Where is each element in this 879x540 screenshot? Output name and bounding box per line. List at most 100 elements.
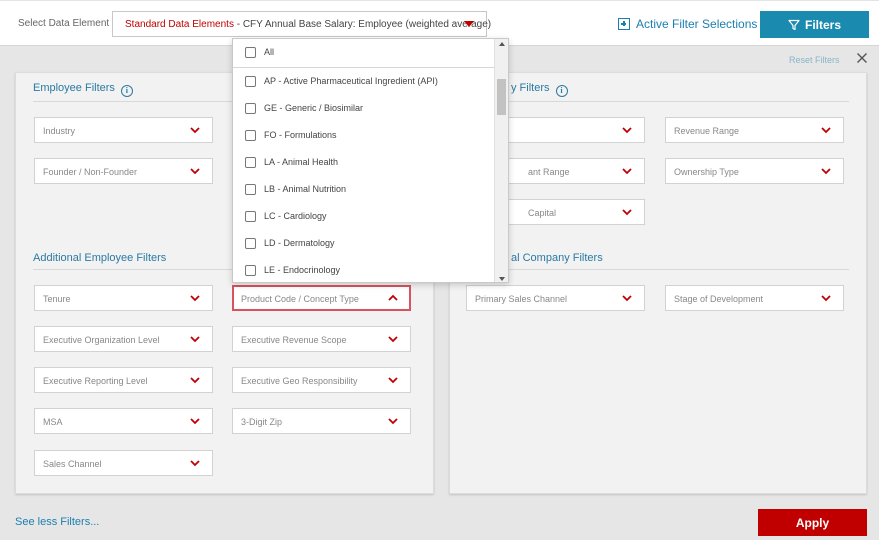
checkbox[interactable] — [245, 102, 256, 114]
chevron-down-icon — [622, 295, 632, 302]
filters-button[interactable]: Filters — [760, 11, 869, 38]
ownership-type-select[interactable]: Ownership Type — [665, 158, 844, 184]
chevron-down-icon — [190, 418, 200, 425]
chevron-down-icon — [190, 377, 200, 384]
chevron-down-icon — [821, 127, 831, 134]
primary-sales-channel-label: Primary Sales Channel — [475, 294, 568, 304]
checkbox[interactable] — [245, 183, 256, 195]
close-icon[interactable] — [856, 52, 868, 64]
checkbox[interactable] — [245, 264, 256, 276]
dropdown-option[interactable]: LB - Animal Nutrition — [233, 179, 495, 199]
info-icon[interactable]: i — [120, 85, 133, 97]
chevron-down-icon — [190, 460, 200, 467]
chevron-down-icon — [821, 295, 831, 302]
option-label: All — [264, 47, 275, 57]
chevron-down-icon — [622, 127, 632, 134]
funnel-icon — [788, 19, 800, 30]
ownership-type-label: Ownership Type — [674, 167, 739, 177]
sales-channel-select-label: Sales Channel — [43, 459, 102, 469]
industry-select-label: Industry — [43, 126, 76, 136]
product-code-dropdown-list: All AP - Active Pharmaceutical Ingredien… — [232, 38, 509, 283]
reset-filters-link[interactable]: Reset Filters — [789, 55, 840, 65]
three-digit-zip-label: 3-Digit Zip — [241, 417, 283, 427]
filters-button-label: Filters — [804, 17, 841, 32]
stage-of-development-select[interactable]: Stage of Development — [665, 285, 844, 311]
option-label: LC - Cardiology — [264, 211, 327, 221]
revenue-range-label: Revenue Range — [674, 126, 740, 136]
option-label: AP - Active Pharmaceutical Ingredient (A… — [264, 76, 438, 86]
chevron-down-icon — [622, 209, 632, 216]
company-field-label-3: Capital — [528, 208, 557, 218]
chevron-down-icon — [388, 336, 398, 343]
executive-reporting-level-label: Executive Reporting Level — [43, 376, 148, 386]
dropdown-option[interactable]: LD - Dermatology — [233, 233, 495, 253]
chevron-down-icon — [190, 127, 200, 134]
see-less-filters-link[interactable]: See less Filters... — [15, 516, 99, 528]
dropdown-option[interactable]: LA - Animal Health — [233, 152, 495, 172]
checkbox[interactable] — [245, 237, 256, 249]
founder-select[interactable]: Founder / Non-Founder — [34, 158, 213, 184]
active-filter-selections-label: Active Filter Selections — [636, 17, 758, 31]
company-filters-title: y Filters i — [511, 82, 568, 97]
option-label: LE - Endocrinology — [264, 265, 341, 275]
primary-sales-channel-select[interactable]: Primary Sales Channel — [466, 285, 645, 311]
option-label: LA - Animal Health — [264, 157, 339, 167]
checkbox[interactable] — [245, 129, 256, 141]
dropdown-option[interactable]: AP - Active Pharmaceutical Ingredient (A… — [233, 71, 495, 91]
product-code-concept-type-select[interactable]: Product Code / Concept Type — [232, 285, 411, 311]
executive-reporting-level-select[interactable]: Executive Reporting Level — [34, 367, 213, 393]
data-element-selected-value: Standard Data Elements - CFY Annual Base… — [125, 19, 492, 30]
dropdown-divider — [233, 67, 495, 68]
chevron-down-icon — [388, 377, 398, 384]
scroll-down-icon[interactable] — [499, 277, 505, 281]
executive-revenue-scope-label: Executive Revenue Scope — [241, 335, 347, 345]
dropdown-option[interactable]: GE - Generic / Biosimilar — [233, 98, 495, 118]
product-code-concept-type-label: Product Code / Concept Type — [241, 294, 359, 304]
section-divider — [467, 269, 849, 270]
executive-organization-level-label: Executive Organization Level — [43, 335, 160, 345]
dropdown-option[interactable]: LE - Endocrinology — [233, 260, 495, 280]
active-filter-selections-link[interactable]: Active Filter Selections — [618, 17, 757, 31]
executive-revenue-scope-select[interactable]: Executive Revenue Scope — [232, 326, 411, 352]
info-icon[interactable]: i — [555, 85, 568, 97]
dropdown-scrollbar[interactable] — [494, 39, 508, 282]
msa-select[interactable]: MSA — [34, 408, 213, 434]
executive-geo-responsibility-label: Executive Geo Responsibility — [241, 376, 358, 386]
checkbox[interactable] — [245, 75, 256, 87]
founder-select-label: Founder / Non-Founder — [43, 167, 138, 177]
industry-select[interactable]: Industry — [34, 117, 213, 143]
company-filters-panel: y Filters i ant Range Capital Revenue Ran… — [449, 72, 867, 494]
revenue-range-select[interactable]: Revenue Range — [665, 117, 844, 143]
scrollbar-thumb[interactable] — [497, 79, 506, 115]
scroll-up-icon[interactable] — [499, 42, 505, 46]
tenure-select[interactable]: Tenure — [34, 285, 213, 311]
additional-employee-filters-title: Additional Employee Filters — [33, 252, 167, 264]
select-data-element-label: Select Data Element — [18, 18, 110, 29]
employee-filters-title: Employee Filters i — [33, 82, 133, 97]
checkbox[interactable] — [245, 156, 256, 168]
chevron-down-icon — [190, 168, 200, 175]
dropdown-option-all[interactable]: All — [233, 42, 495, 62]
option-label: LD - Dermatology — [264, 238, 335, 248]
data-element-select[interactable]: Standard Data Elements - CFY Annual Base… — [112, 11, 491, 37]
apply-button-label: Apply — [795, 515, 830, 530]
checkbox[interactable] — [245, 46, 256, 58]
executive-organization-level-select[interactable]: Executive Organization Level — [34, 326, 213, 352]
section-divider — [467, 101, 849, 102]
sales-channel-select[interactable]: Sales Channel — [34, 450, 213, 476]
dropdown-option[interactable]: FO - Formulations — [233, 125, 495, 145]
msa-select-label: MSA — [43, 417, 63, 427]
option-label: GE - Generic / Biosimilar — [264, 103, 364, 113]
three-digit-zip-select[interactable]: 3-Digit Zip — [232, 408, 411, 434]
chevron-down-icon — [190, 336, 200, 343]
tenure-select-label: Tenure — [43, 294, 71, 304]
plus-square-icon — [618, 18, 630, 30]
company-field-label-2: ant Range — [528, 167, 570, 177]
stage-of-development-label: Stage of Development — [674, 294, 764, 304]
apply-button[interactable]: Apply — [758, 509, 867, 536]
chevron-down-icon — [388, 418, 398, 425]
checkbox[interactable] — [245, 210, 256, 222]
additional-company-filters-title: al Company Filters — [511, 252, 603, 264]
executive-geo-responsibility-select[interactable]: Executive Geo Responsibility — [232, 367, 411, 393]
dropdown-option[interactable]: LC - Cardiology — [233, 206, 495, 226]
